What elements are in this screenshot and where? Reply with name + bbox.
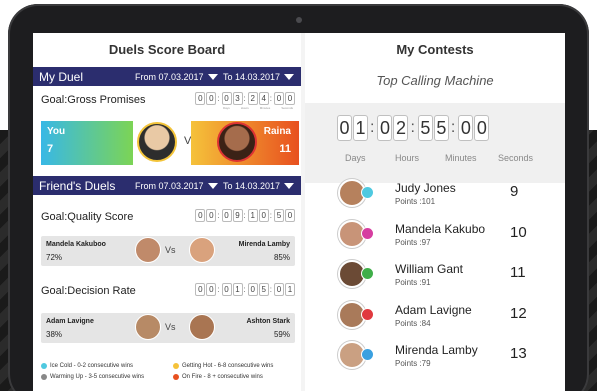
- friends-duels-to-date[interactable]: To 14.03.2017: [223, 181, 295, 191]
- friend-duel-timer: 0 0 : 0 1 : 0 5 : 0 1: [194, 283, 295, 296]
- contestant-name: Mandela Kakubo: [395, 222, 486, 236]
- leaderboard-row[interactable]: Adam Lavigne Points :84 12: [305, 297, 565, 337]
- you-score: 7: [47, 143, 54, 155]
- contestant-rank: 10: [510, 224, 527, 241]
- my-duel-timer: 0 0 : 0 3 : 2 4 : 0 0: [194, 92, 295, 105]
- friends-duels-label: Friend's Duels: [39, 178, 116, 193]
- friend-duel-matchup[interactable]: Mandela Kakuboo 72% Vs Mirenda Lamby 85%: [41, 236, 295, 266]
- contestant-points: Points :91: [395, 278, 431, 287]
- contestant-points: Points :79: [395, 359, 431, 368]
- leaderboard-row[interactable]: Mandela Kakubo Points :97 10: [305, 216, 565, 256]
- tablet-screen: Duels Score Board My Duel From 07.03.201…: [33, 33, 565, 391]
- right-player-avatar: [189, 237, 215, 263]
- contestant-points: Points :97: [395, 238, 431, 247]
- contest-countdown: 0 1 : 0 2 : 5 5 : 0 0: [336, 115, 490, 141]
- my-contests-panel: My Contests Top Calling Machine 0 1 : 0 …: [305, 33, 565, 391]
- opponent-label: Raina: [263, 126, 291, 137]
- contestant-name: Judy Jones: [395, 181, 456, 195]
- streak-badge-icon: [361, 186, 374, 199]
- my-duel-timer-labels: Days Hours Minutes Seconds: [222, 106, 293, 110]
- chevron-down-icon: [284, 183, 295, 190]
- streak-badge-icon: [361, 267, 374, 280]
- left-player-name: Mandela Kakuboo: [46, 241, 106, 248]
- friend-duel-goal-row: Goal:Quality Score 0 0 : 0 9 : 1 0 : 5 0: [33, 203, 301, 233]
- friends-duels-from-date[interactable]: From 07.03.2017: [135, 181, 218, 191]
- you-label: You: [47, 126, 66, 137]
- right-player-name: Mirenda Lamby: [238, 241, 290, 248]
- duels-score-board-title: Duels Score Board: [108, 42, 226, 57]
- on-fire-dot-icon: [173, 374, 179, 380]
- left-player-avatar: [135, 314, 161, 340]
- camera-dot: [296, 17, 302, 23]
- friend-duel-timer: 0 0 : 0 9 : 1 0 : 5 0: [194, 209, 295, 222]
- streak-badge-icon: [361, 227, 374, 240]
- warming-up-dot-icon: [41, 374, 47, 380]
- you-score-card: You 7: [41, 121, 133, 165]
- you-avatar: [137, 122, 177, 162]
- opponent-score: 11: [279, 143, 291, 155]
- chevron-down-icon: [284, 74, 295, 81]
- streak-badge-icon: [361, 308, 374, 321]
- legend-item: Getting Hot - 6-8 consecutive wins: [173, 363, 273, 369]
- left-player-name: Adam Lavigne: [46, 318, 94, 325]
- leaderboard-row[interactable]: Mirenda Lamby Points :79 13: [305, 337, 565, 377]
- contestant-points: Points :84: [395, 319, 431, 328]
- left-player-score: 38%: [46, 330, 63, 339]
- contest-subtitle: Top Calling Machine: [376, 73, 494, 88]
- ice-cold-dot-icon: [41, 363, 47, 369]
- my-duel-goal-row: Goal:Gross Promises 0 0 : 0 3 : 2 4 : 0 …: [33, 86, 301, 116]
- chevron-down-icon: [207, 74, 218, 81]
- contestant-rank: 9: [510, 183, 519, 200]
- getting-hot-dot-icon: [173, 363, 179, 369]
- contestant-rank: 13: [510, 345, 527, 362]
- streak-badge-icon: [361, 348, 374, 361]
- duels-score-board-panel: Duels Score Board My Duel From 07.03.201…: [33, 33, 301, 391]
- friend-duel-goal: Goal:Decision Rate: [41, 285, 136, 297]
- right-player-name: Ashton Stark: [246, 318, 290, 325]
- left-player-score: 72%: [46, 253, 63, 262]
- my-duel-label: My Duel: [39, 69, 84, 84]
- friend-duel-goal-row: Goal:Decision Rate 0 0 : 0 1 : 0 5 : 0 1: [33, 277, 301, 307]
- legend-item: Ice Cold - 0-2 consecutive wins: [41, 363, 133, 369]
- contestant-name: Mirenda Lamby: [395, 343, 478, 357]
- contestant-name: William Gant: [395, 262, 464, 276]
- leaderboard-row[interactable]: William Gant Points :91 11: [305, 256, 565, 296]
- vs-label: Vs: [165, 245, 176, 255]
- my-duel-header: My Duel From 07.03.2017 To 14.03.2017: [33, 67, 301, 86]
- my-duel-to-date[interactable]: To 14.03.2017: [223, 72, 295, 82]
- contest-timer: 0 1 : 0 2 : 5 5 : 0 0 Days Hours Minutes…: [305, 103, 565, 183]
- leaderboard-row[interactable]: Judy Jones Points :101 9: [305, 175, 565, 215]
- my-duel-goal: Goal:Gross Promises: [41, 94, 146, 106]
- right-player-score: 59%: [273, 330, 290, 339]
- chevron-down-icon: [207, 183, 218, 190]
- legend-item: On Fire - 8 + consecutive wins: [173, 374, 263, 380]
- vs-label: Vs: [165, 322, 176, 332]
- friend-duel-goal: Goal:Quality Score: [41, 211, 134, 223]
- right-player-avatar: [189, 314, 215, 340]
- my-duel-from-date[interactable]: From 07.03.2017: [135, 72, 218, 82]
- opponent-avatar: [217, 122, 257, 162]
- contestant-rank: 12: [510, 305, 527, 322]
- contestant-points: Points :101: [395, 197, 436, 206]
- friend-duel-matchup[interactable]: Adam Lavigne 38% Vs Ashton Stark 59%: [41, 313, 295, 343]
- left-player-avatar: [135, 237, 161, 263]
- my-contests-title: My Contests: [396, 42, 474, 57]
- my-duel-matchup[interactable]: You 7 Vs Raina 11: [41, 121, 299, 165]
- right-player-score: 85%: [273, 253, 290, 262]
- friends-duels-header: Friend's Duels From 07.03.2017 To 14.03.…: [33, 176, 301, 195]
- contestant-rank: 11: [510, 264, 526, 281]
- contestant-name: Adam Lavigne: [395, 303, 472, 317]
- legend-item: Warming Up - 3-5 consecutive wins: [41, 374, 144, 380]
